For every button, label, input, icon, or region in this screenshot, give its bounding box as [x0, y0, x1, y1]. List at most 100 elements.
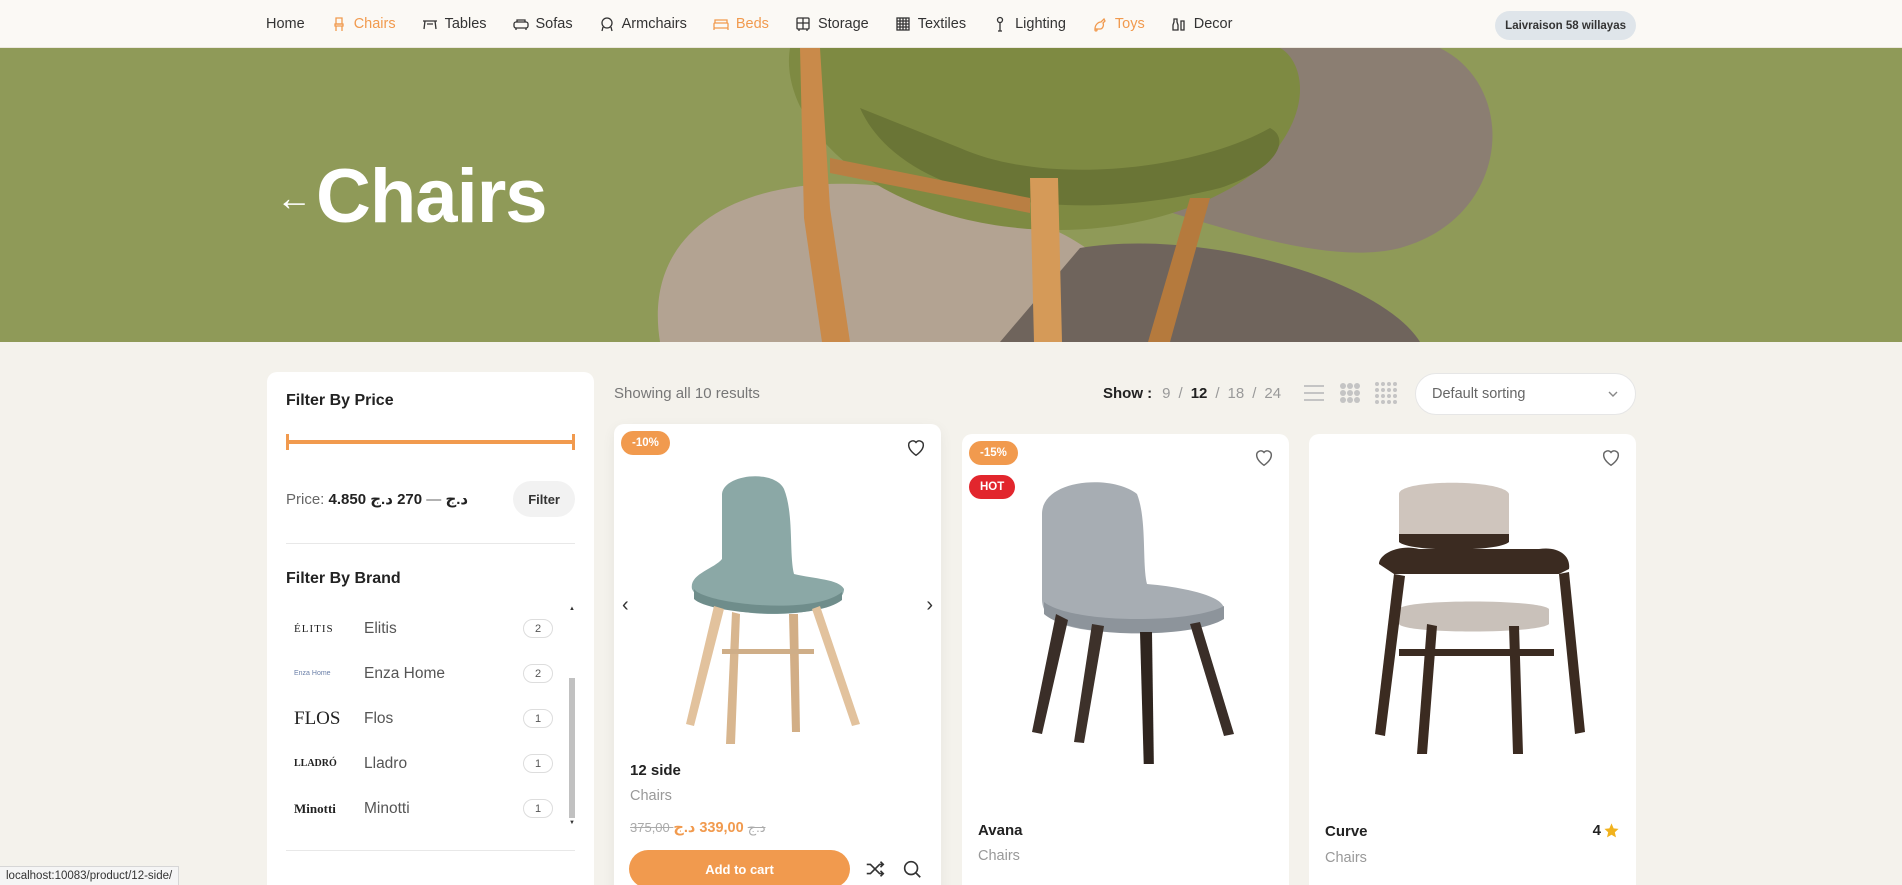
product-category[interactable]: Chairs	[630, 788, 672, 804]
nav-item-label: Toys	[1114, 16, 1145, 32]
heart-icon[interactable]	[1600, 446, 1622, 468]
nav-item-toys[interactable]: Toys	[1079, 0, 1158, 48]
brand-name: Lladro	[364, 754, 408, 772]
rating-value: 4	[1592, 822, 1601, 839]
product-category[interactable]: Chairs	[978, 848, 1020, 864]
nav-item-label: Textiles	[917, 16, 967, 32]
storage-icon	[796, 17, 810, 31]
price-separator: —	[426, 491, 442, 508]
price-max-handle[interactable]	[572, 434, 575, 450]
brand-filter-title: Filter By Brand	[286, 570, 401, 587]
nav-item-label: Sofas	[535, 16, 573, 32]
nav-item-storage[interactable]: Storage	[782, 0, 882, 48]
divider	[286, 543, 575, 544]
per-page-option-9[interactable]: 9	[1162, 385, 1170, 402]
brand-count: 2	[523, 664, 553, 683]
nav-item-tables[interactable]: Tables	[409, 0, 500, 48]
product-image[interactable]	[962, 474, 1289, 764]
price-label: Price:	[286, 491, 325, 508]
brand-count: 1	[523, 709, 553, 728]
brand-logo: ÉLITIS	[294, 622, 334, 635]
product-image[interactable]	[614, 464, 941, 744]
list-view-icon[interactable]	[1302, 381, 1326, 405]
back-arrow-icon[interactable]: ←	[276, 180, 312, 216]
per-page-selector: Show : 9 / 12 / 18 / 24	[1103, 385, 1282, 402]
price-filter-title: Filter By Price	[286, 392, 394, 409]
grid-2-view-icon[interactable]	[1338, 381, 1362, 405]
product-name[interactable]: 12 side	[630, 762, 681, 779]
sale-price: 339,00 د.ج	[673, 820, 744, 836]
product-name[interactable]: Avana	[978, 822, 1022, 839]
brand-item-flos[interactable]: FLOS Flos 1	[286, 696, 575, 741]
previous-image-icon[interactable]: ‹	[622, 594, 629, 617]
product-card[interactable]: Curve 4 Chairs	[1309, 434, 1636, 885]
scroll-up-icon[interactable]: ▲	[569, 606, 575, 612]
brand-count: 1	[523, 799, 553, 818]
product-card[interactable]: -10% ‹ › 12 side Chairs 375,00 د.ج 339,0…	[614, 424, 941, 885]
brand-list-scrollbar[interactable]: ▲ ▼	[569, 606, 575, 826]
divider	[286, 850, 575, 851]
results-count: Showing all 10 results	[614, 385, 760, 402]
vase-icon	[1172, 18, 1185, 31]
per-page-option-18[interactable]: 18	[1228, 385, 1245, 402]
scroll-down-icon[interactable]: ▼	[569, 820, 575, 826]
armchair-icon	[600, 17, 613, 32]
chair-icon	[334, 17, 344, 31]
nav-item-label: Armchairs	[621, 16, 687, 32]
nav-item-label: Beds	[735, 16, 769, 32]
show-label: Show :	[1103, 385, 1153, 402]
sorting-select[interactable]: Default sorting	[1415, 373, 1636, 415]
compare-icon[interactable]	[864, 858, 886, 880]
product-category[interactable]: Chairs	[1325, 850, 1367, 866]
nav-item-decor[interactable]: Decor	[1158, 0, 1246, 48]
price-range-text: Price: 4.850 د.ج — 270 د.ج	[286, 490, 468, 508]
next-image-icon[interactable]: ›	[926, 594, 933, 617]
brand-logo: LLADRÓ	[294, 758, 337, 769]
quick-view-search-icon[interactable]	[901, 858, 923, 880]
brand-item-lladro[interactable]: LLADRÓ Lladro 1	[286, 741, 575, 786]
product-card[interactable]: -15% HOT Avana Chairs	[962, 434, 1289, 885]
filter-button[interactable]: Filter	[513, 481, 575, 517]
product-name[interactable]: Curve	[1325, 823, 1368, 840]
per-page-option-24[interactable]: 24	[1264, 385, 1281, 402]
lamp-icon	[996, 16, 1004, 32]
brand-count: 1	[523, 754, 553, 773]
brand-name: Elitis	[364, 619, 397, 637]
nav-item-label: Lighting	[1015, 16, 1066, 32]
brand-name: Enza Home	[364, 664, 445, 682]
product-price: 375,00 د.ج 339,00 د.ج	[630, 820, 772, 836]
nav-item-home[interactable]: Home	[266, 0, 318, 48]
brand-item-minotti[interactable]: Minotti Minotti 1	[286, 786, 575, 831]
heart-icon[interactable]	[1253, 446, 1275, 468]
add-to-cart-button[interactable]: Add to cart	[629, 850, 850, 885]
brand-name: Minotti	[364, 799, 410, 817]
brand-logo: Minotti	[294, 800, 336, 816]
price-min-handle[interactable]	[286, 434, 289, 450]
nav-item-sofas[interactable]: Sofas	[500, 0, 586, 48]
category-hero-banner: ← Chairs	[0, 48, 1902, 342]
delivery-badge[interactable]: Laivraison 58 willayas	[1495, 11, 1636, 40]
brand-count: 2	[523, 619, 553, 638]
nav-item-label: Storage	[817, 16, 869, 32]
view-mode-switcher	[1302, 381, 1398, 405]
nav-item-beds[interactable]: Beds	[700, 0, 782, 48]
product-rating: 4	[1593, 822, 1620, 839]
sofa-icon	[512, 19, 529, 30]
sale-badge: -15%	[969, 441, 1018, 465]
scrollbar-thumb[interactable]	[569, 678, 575, 818]
per-page-option-12[interactable]: 12	[1191, 385, 1208, 402]
price-range-slider[interactable]	[286, 434, 575, 450]
toy-icon	[1094, 17, 1106, 32]
nav-item-textiles[interactable]: Textiles	[882, 0, 979, 48]
sale-badge: -10%	[621, 431, 670, 455]
nav-item-lighting[interactable]: Lighting	[979, 0, 1079, 48]
brand-item-elitis[interactable]: ÉLITIS Elitis 2	[286, 606, 575, 651]
nav-item-armchairs[interactable]: Armchairs	[586, 0, 700, 48]
page-title: Chairs	[316, 154, 548, 239]
heart-icon[interactable]	[905, 436, 927, 458]
product-image[interactable]	[1309, 474, 1636, 774]
grid-4-view-icon[interactable]	[1374, 381, 1398, 405]
nav-item-chairs[interactable]: Chairs	[318, 0, 409, 48]
brand-list: ÉLITIS Elitis 2 Enza Home Enza Home 2 FL…	[286, 606, 575, 826]
brand-item-enza-home[interactable]: Enza Home Enza Home 2	[286, 651, 575, 696]
